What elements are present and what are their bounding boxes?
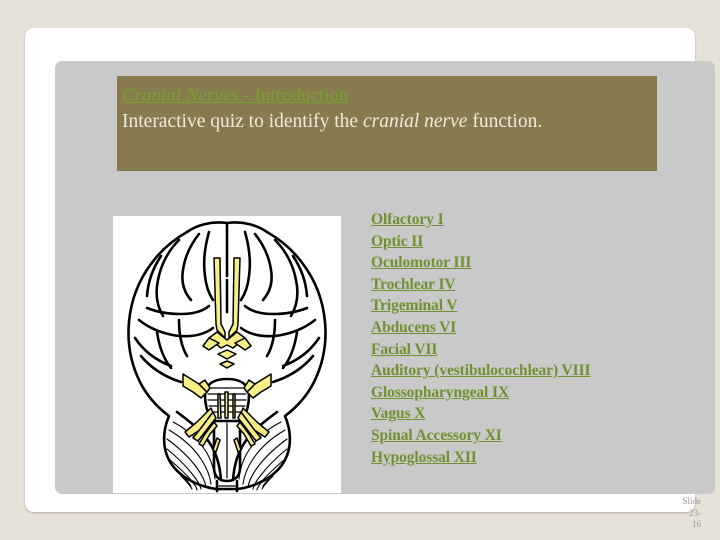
nerve-link[interactable]: Spinal Accessory XI (371, 427, 502, 444)
page-title-plain: Introduction (254, 85, 349, 106)
brain-diagram-figure (113, 216, 341, 493)
list-item[interactable]: Abducens VI (371, 317, 671, 339)
nerve-link[interactable]: Trigeminal V (371, 297, 458, 314)
page-subtitle: Interactive quiz to identify the cranial… (122, 108, 657, 135)
list-item[interactable]: Trigeminal V (371, 295, 671, 317)
subtitle-lead: Interactive quiz to identify the (122, 111, 363, 132)
list-item[interactable]: Facial VII (371, 339, 671, 361)
list-item[interactable]: Trochlear IV (371, 274, 671, 296)
list-item[interactable]: Spinal Accessory XI (371, 425, 671, 447)
nerve-link[interactable]: Facial VII (371, 341, 437, 358)
nerve-link[interactable]: Abducens VI (371, 319, 456, 336)
title-banner: Cranial Nerves - Introduction Interactiv… (117, 76, 657, 171)
subtitle-tail: function. (467, 111, 543, 132)
nerve-link[interactable]: Glossopharyngeal IX (371, 384, 509, 401)
slide-number-label: Slide (682, 496, 701, 506)
list-item[interactable]: Oculomotor III (371, 252, 671, 274)
list-item[interactable]: Olfactory I (371, 209, 671, 231)
nerve-link[interactable]: Auditory (vestibulocochlear) VIII (371, 362, 591, 379)
slide-number-line2: 16 (692, 519, 701, 529)
page-title-italic: Cranial Nerves (122, 85, 239, 106)
slide-number: Slide 23- 16 (645, 496, 701, 531)
list-item[interactable]: Hypoglossal XII (371, 447, 671, 469)
page-title-separator: - (238, 85, 255, 106)
list-item[interactable]: Vagus X (371, 403, 671, 425)
nerve-link[interactable]: Vagus X (371, 405, 425, 422)
nerve-link[interactable]: Oculomotor III (371, 254, 471, 271)
nerve-link[interactable]: Optic II (371, 233, 423, 250)
nerve-link[interactable]: Olfactory I (371, 211, 444, 228)
nerve-link[interactable]: Trochlear IV (371, 276, 456, 293)
page-title: Cranial Nerves - Introduction (122, 83, 657, 108)
subtitle-emphasis: cranial nerve (362, 111, 468, 132)
slide-number-line1: 23- (689, 507, 701, 518)
list-item[interactable]: Auditory (vestibulocochlear) VIII (371, 360, 671, 382)
cranial-nerve-list: Olfactory I Optic II Oculomotor III Troc… (371, 209, 671, 468)
nerve-link[interactable]: Hypoglossal XII (371, 449, 477, 466)
brain-inferior-view-icon (113, 216, 341, 493)
list-item[interactable]: Glossopharyngeal IX (371, 382, 671, 404)
slide-card: Cranial Nerves - Introduction Interactiv… (25, 28, 715, 529)
list-item[interactable]: Optic II (371, 231, 671, 253)
